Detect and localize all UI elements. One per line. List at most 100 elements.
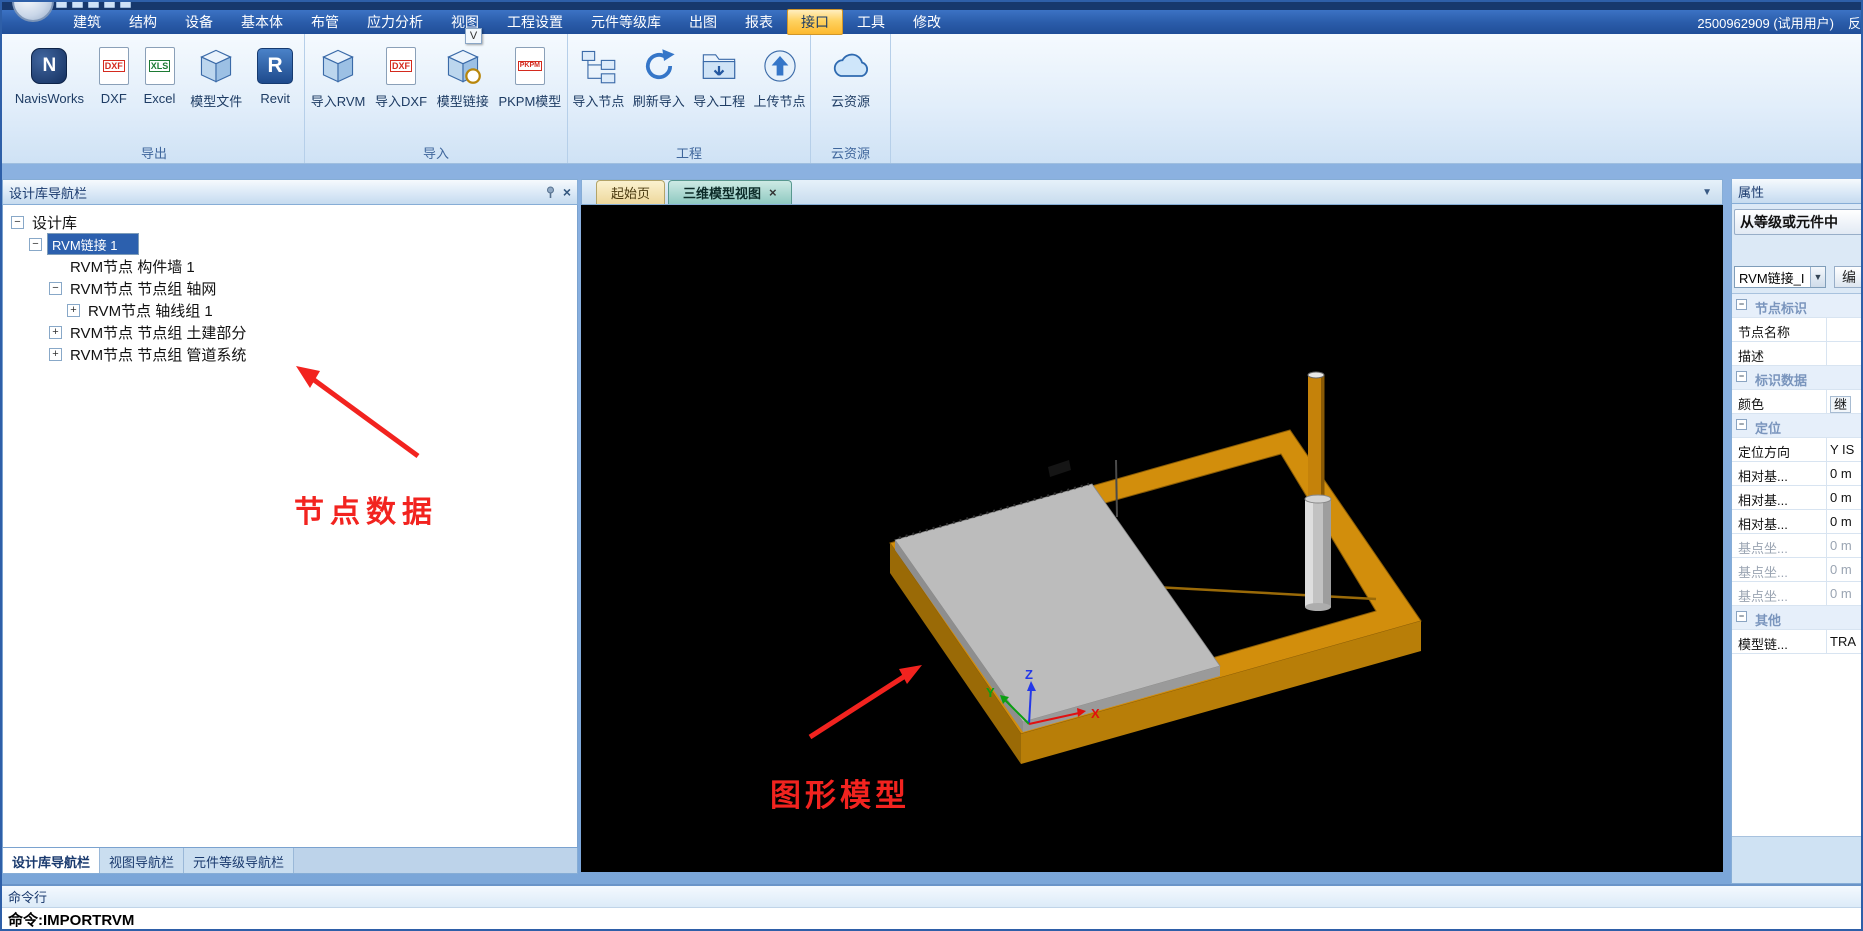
property-row-relative-base[interactable]: 相对基...0 m xyxy=(1732,462,1863,486)
model-file-button[interactable]: 模型文件 xyxy=(186,39,246,113)
property-label: 基点坐... xyxy=(1732,558,1827,581)
property-row-orientation[interactable]: 定位方向Y IS xyxy=(1732,438,1863,462)
property-row-node-name[interactable]: 节点名称 xyxy=(1732,318,1863,342)
tree-item-node-group-piping[interactable]: RVM节点 节点组 管道系统 xyxy=(3,343,577,365)
menu-tab-stress-analysis[interactable]: 应力分析 xyxy=(353,9,437,35)
menu-tab-structure[interactable]: 结构 xyxy=(115,9,171,35)
import-dxf-button[interactable]: DXF 导入DXF xyxy=(371,39,431,113)
tree-item-label: RVM节点 轴线组 1 xyxy=(85,299,216,322)
menu-tab-piping[interactable]: 布管 xyxy=(297,9,353,35)
property-group-other[interactable]: 其他 xyxy=(1732,606,1863,630)
menu-tab-tools[interactable]: 工具 xyxy=(843,9,899,35)
menu-tab-drawing[interactable]: 出图 xyxy=(675,9,731,35)
tab-overflow-dropdown-icon[interactable]: ▼ xyxy=(1702,187,1712,198)
property-row-description[interactable]: 描述 xyxy=(1732,342,1863,366)
expand-icon[interactable] xyxy=(49,348,62,361)
refresh-import-button[interactable]: 刷新导入 xyxy=(629,39,689,113)
close-tab-icon[interactable]: × xyxy=(769,185,777,200)
tree-item-rvm-link-1[interactable]: RVM链接 1 xyxy=(3,233,577,255)
node-type-select[interactable]: RVM链接_I ▼ xyxy=(1734,266,1826,288)
property-group-position[interactable]: 定位 xyxy=(1732,414,1863,438)
collapse-icon[interactable] xyxy=(49,282,62,295)
property-row-relative-base[interactable]: 相对基...0 m xyxy=(1732,486,1863,510)
property-value[interactable]: Y IS xyxy=(1827,438,1863,461)
cloud-resource-button[interactable]: 云资源 xyxy=(826,39,876,113)
tree-item-node-group-civil[interactable]: RVM节点 节点组 土建部分 xyxy=(3,321,577,343)
expand-icon[interactable] xyxy=(49,326,62,339)
quick-access-icon[interactable] xyxy=(56,1,67,8)
import-node-button[interactable]: 导入节点 xyxy=(568,39,628,113)
tab-3d-model-view[interactable]: 三维模型视图 × xyxy=(668,180,792,204)
menu-tab-component-catalog[interactable]: 元件等级库 xyxy=(577,9,675,35)
collapse-icon[interactable] xyxy=(1736,611,1747,622)
collapse-icon[interactable] xyxy=(1736,419,1747,430)
upload-node-button[interactable]: 上传节点 xyxy=(750,39,810,113)
property-value-button[interactable]: 继 xyxy=(1830,396,1851,413)
dxf-export-icon: DXF xyxy=(99,47,129,85)
quick-access-icon[interactable] xyxy=(120,1,131,8)
panel-title: 设计库导航栏 xyxy=(9,183,87,202)
pin-icon[interactable] xyxy=(544,186,557,199)
menu-tab-modify[interactable]: 修改 xyxy=(899,9,955,35)
edit-button[interactable]: 编 xyxy=(1834,266,1863,288)
tree-item-axis-group[interactable]: RVM节点 轴线组 1 xyxy=(3,299,577,321)
tab-design-library-navigator[interactable]: 设计库导航栏 xyxy=(3,848,100,873)
import-project-button[interactable]: 导入工程 xyxy=(689,39,749,113)
feedback-link[interactable]: 反 xyxy=(1848,13,1861,32)
quick-access-icon[interactable] xyxy=(104,1,115,8)
property-value: 0 m xyxy=(1827,582,1863,605)
tree-item-label-selected: RVM链接 1 xyxy=(47,233,139,255)
menu-tab-equipment[interactable]: 设备 xyxy=(171,9,227,35)
expand-icon[interactable] xyxy=(67,304,80,317)
dxf-export-button[interactable]: DXF DXF xyxy=(95,39,133,109)
tab-component-grade-navigator[interactable]: 元件等级导航栏 xyxy=(184,848,294,873)
collapse-icon[interactable] xyxy=(1736,371,1747,382)
import-node-icon xyxy=(579,42,617,90)
group-label: 定位 xyxy=(1751,414,1783,437)
collapse-icon[interactable] xyxy=(11,216,24,229)
tab-start-page[interactable]: 起始页 xyxy=(596,180,665,204)
revit-export-button[interactable]: R Revit xyxy=(253,39,297,109)
3d-viewport[interactable]: Z Y X 图形模型 xyxy=(581,205,1723,872)
pkpm-model-button[interactable]: PKPM PKPM模型 xyxy=(494,39,565,113)
property-value[interactable]: 0 m xyxy=(1827,462,1863,485)
excel-export-button[interactable]: XLS Excel xyxy=(140,39,180,109)
button-label: NavisWorks xyxy=(15,91,84,106)
menu-tab-report[interactable]: 报表 xyxy=(731,9,787,35)
tree-item-node-group-grid[interactable]: RVM节点 节点组 轴网 xyxy=(3,277,577,299)
property-value[interactable]: 0 m xyxy=(1827,486,1863,509)
quick-access-icon[interactable] xyxy=(88,1,99,8)
ribbon-tab-bar: 建筑 结构 设备 基本体 布管 应力分析 视图 工程设置 元件等级库 出图 报表… xyxy=(0,10,1863,34)
close-icon[interactable]: × xyxy=(563,184,571,200)
tree-item-component-wall[interactable]: RVM节点 构件墙 1 xyxy=(3,255,577,277)
property-group-id-data[interactable]: 标识数据 xyxy=(1732,366,1863,390)
property-value[interactable]: TRA xyxy=(1827,630,1863,653)
import-rvm-button[interactable]: 导入RVM xyxy=(307,39,370,113)
property-row-model-link[interactable]: 模型链...TRA xyxy=(1732,630,1863,654)
property-row-color[interactable]: 颜色继 xyxy=(1732,390,1863,414)
menu-tab-project-settings[interactable]: 工程设置 xyxy=(493,9,577,35)
model-link-button[interactable]: 模型链接 xyxy=(433,39,493,113)
property-value[interactable] xyxy=(1827,318,1863,341)
tree-item-design-library[interactable]: 设计库 xyxy=(3,211,577,233)
property-value[interactable]: 0 m xyxy=(1827,510,1863,533)
property-group-node-id[interactable]: 节点标识 xyxy=(1732,294,1863,318)
property-row-relative-base[interactable]: 相对基...0 m xyxy=(1732,510,1863,534)
quick-access-icon[interactable] xyxy=(72,1,83,8)
collapse-icon[interactable] xyxy=(29,238,42,251)
menu-tab-interface[interactable]: 接口 xyxy=(787,9,843,35)
chevron-down-icon[interactable]: ▼ xyxy=(1810,267,1825,287)
command-prompt[interactable]: 命令:IMPORTRVM xyxy=(0,908,1863,931)
property-value[interactable] xyxy=(1827,342,1863,365)
copy-from-grade-button[interactable]: 从等级或元件中 xyxy=(1734,209,1863,235)
import-project-folder-icon xyxy=(700,42,738,90)
collapse-icon[interactable] xyxy=(1736,299,1747,310)
navisworks-button[interactable]: N NavisWorks xyxy=(11,39,88,109)
button-label: 导入节点 xyxy=(572,91,624,110)
command-window-header[interactable]: 命令行 xyxy=(0,886,1863,908)
tab-view-navigator[interactable]: 视图导航栏 xyxy=(100,848,184,873)
group-label: 其他 xyxy=(1751,606,1783,629)
design-library-panel: 设计库导航栏 × 设计库 RVM链接 1 RVM节点 构件墙 1 RVM节点 节… xyxy=(2,179,578,874)
menu-tab-primitive[interactable]: 基本体 xyxy=(227,9,297,35)
menu-tab-architecture[interactable]: 建筑 xyxy=(59,9,115,35)
